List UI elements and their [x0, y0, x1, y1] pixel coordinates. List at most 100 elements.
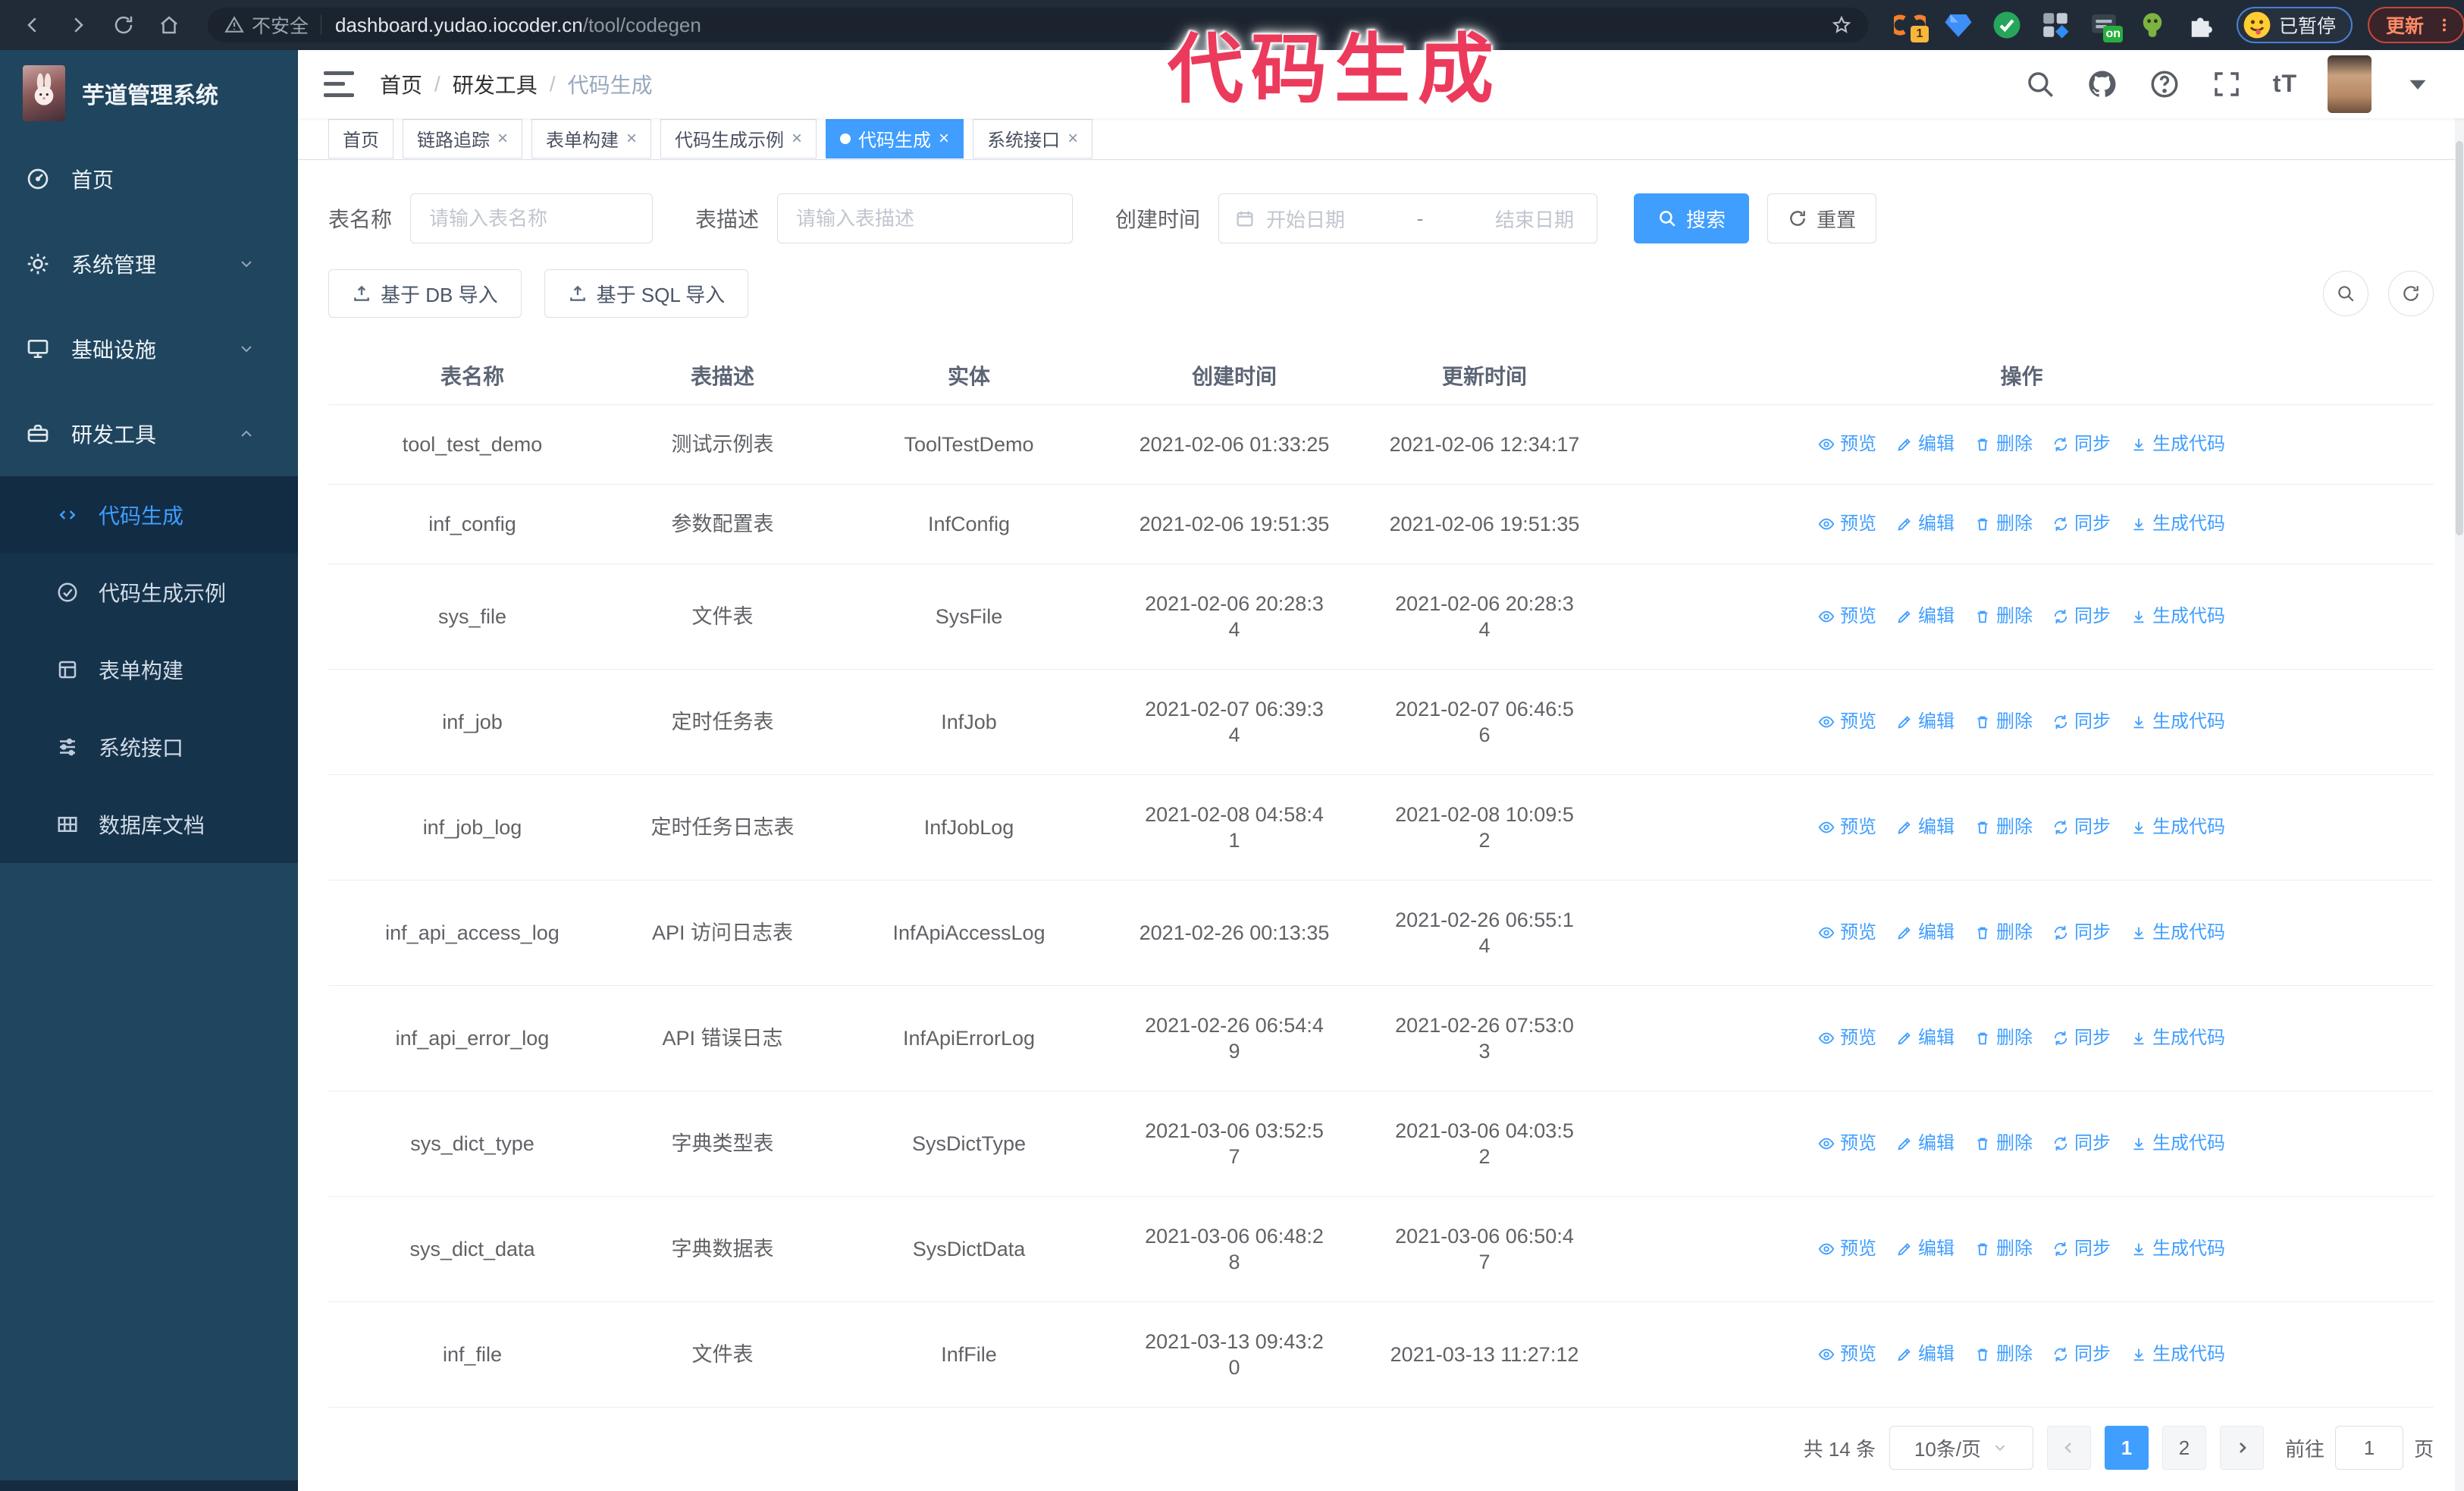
action-sync-link[interactable]: 同步	[2052, 432, 2111, 457]
avatar-caret-icon[interactable]	[2402, 68, 2434, 100]
breadcrumb-item-1[interactable]: 研发工具	[453, 69, 538, 99]
action-download-link[interactable]: 生成代码	[2130, 511, 2225, 537]
page-button-2[interactable]: 2	[2161, 1426, 2206, 1470]
browser-forward-icon[interactable]	[62, 9, 94, 41]
action-eye-link[interactable]: 预览	[1818, 432, 1876, 457]
goto-page-input[interactable]	[2334, 1426, 2403, 1470]
refresh-table-button[interactable]	[2388, 271, 2434, 316]
action-edit-link[interactable]: 编辑	[1896, 815, 1955, 840]
import-sql-button[interactable]: 基于 SQL 导入	[544, 269, 749, 318]
action-trash-link[interactable]: 删除	[1974, 1342, 2033, 1367]
import-db-button[interactable]: 基于 DB 导入	[328, 269, 522, 318]
tab-3[interactable]: 代码生成示例 ×	[660, 118, 817, 159]
browser-home-icon[interactable]	[153, 9, 185, 41]
browser-update-button[interactable]: 更新	[2368, 7, 2464, 43]
app-logo[interactable]: 芋道管理系统	[0, 50, 298, 137]
action-edit-link[interactable]: 编辑	[1896, 511, 1955, 537]
font-size-icon[interactable]: tT	[2273, 70, 2297, 98]
submenu-item-0[interactable]: 代码生成	[0, 476, 298, 554]
action-trash-link[interactable]: 删除	[1974, 1236, 2033, 1262]
submenu-item-3[interactable]: 系统接口	[0, 708, 298, 786]
start-date-placeholder[interactable]: 开始日期	[1266, 205, 1345, 233]
tab-5[interactable]: 系统接口 ×	[973, 118, 1093, 159]
github-icon[interactable]	[2086, 68, 2118, 100]
action-eye-link[interactable]: 预览	[1818, 709, 1876, 735]
action-eye-link[interactable]: 预览	[1818, 511, 1876, 537]
next-page-button[interactable]	[2219, 1426, 2264, 1470]
action-eye-link[interactable]: 预览	[1818, 1236, 1876, 1262]
action-download-link[interactable]: 生成代码	[2130, 604, 2225, 629]
action-edit-link[interactable]: 编辑	[1896, 1342, 1955, 1367]
extension-colab-icon[interactable]: 1	[1894, 9, 1929, 42]
extension-monkey-icon[interactable]	[2136, 9, 2168, 41]
tab-close-icon[interactable]: ×	[792, 129, 802, 148]
prev-page-button[interactable]	[2046, 1426, 2091, 1470]
reset-button[interactable]: 重置	[1767, 193, 1877, 243]
tab-close-icon[interactable]: ×	[497, 129, 508, 148]
extension-gem-icon[interactable]	[1942, 9, 1974, 41]
sidebar-item-1[interactable]: 系统管理	[0, 221, 298, 306]
action-edit-link[interactable]: 编辑	[1896, 1025, 1955, 1051]
extension-grid-icon[interactable]	[2039, 9, 2071, 41]
action-sync-link[interactable]: 同步	[2052, 511, 2111, 537]
action-sync-link[interactable]: 同步	[2052, 815, 2111, 840]
action-eye-link[interactable]: 预览	[1818, 815, 1876, 840]
page-size-select[interactable]: 10条/页	[1889, 1426, 2033, 1470]
security-warning[interactable]: 不安全	[252, 11, 309, 39]
tab-close-icon[interactable]: ×	[1067, 129, 1078, 148]
action-sync-link[interactable]: 同步	[2052, 920, 2111, 946]
tab-1[interactable]: 链路追踪 ×	[403, 118, 523, 159]
page-button-1[interactable]: 1	[2104, 1426, 2149, 1470]
sidebar-toggle-icon[interactable]	[324, 71, 354, 97]
extension-tag-icon[interactable]: on	[2088, 9, 2123, 42]
action-download-link[interactable]: 生成代码	[2130, 1025, 2225, 1051]
action-edit-link[interactable]: 编辑	[1896, 1236, 1955, 1262]
action-download-link[interactable]: 生成代码	[2130, 815, 2225, 840]
extension-puzzle-icon[interactable]	[2185, 9, 2217, 41]
action-trash-link[interactable]: 删除	[1974, 432, 2033, 457]
action-sync-link[interactable]: 同步	[2052, 1131, 2111, 1157]
action-eye-link[interactable]: 预览	[1818, 1342, 1876, 1367]
action-sync-link[interactable]: 同步	[2052, 709, 2111, 735]
action-edit-link[interactable]: 编辑	[1896, 920, 1955, 946]
submenu-item-4[interactable]: 数据库文档	[0, 786, 298, 863]
action-eye-link[interactable]: 预览	[1818, 1025, 1876, 1051]
action-download-link[interactable]: 生成代码	[2130, 1342, 2225, 1367]
action-trash-link[interactable]: 删除	[1974, 604, 2033, 629]
tab-close-icon[interactable]: ×	[626, 129, 637, 148]
extension-check-icon[interactable]	[1991, 9, 2023, 41]
profile-paused-badge[interactable]: 已暂停	[2237, 7, 2353, 43]
fullscreen-icon[interactable]	[2211, 68, 2243, 100]
action-download-link[interactable]: 生成代码	[2130, 709, 2225, 735]
sidebar-item-3[interactable]: 研发工具	[0, 391, 298, 476]
action-edit-link[interactable]: 编辑	[1896, 709, 1955, 735]
tab-2[interactable]: 表单构建 ×	[531, 118, 652, 159]
table-name-input[interactable]	[410, 193, 654, 243]
browser-reload-icon[interactable]	[108, 9, 140, 41]
action-edit-link[interactable]: 编辑	[1896, 604, 1955, 629]
search-button[interactable]: 搜索	[1634, 193, 1750, 243]
action-trash-link[interactable]: 删除	[1974, 709, 2033, 735]
date-range-picker[interactable]: 开始日期 - 结束日期	[1218, 193, 1598, 243]
action-sync-link[interactable]: 同步	[2052, 1342, 2111, 1367]
header-search-icon[interactable]	[2024, 68, 2056, 100]
breadcrumb-item-0[interactable]: 首页	[380, 69, 422, 99]
action-eye-link[interactable]: 预览	[1818, 920, 1876, 946]
toggle-search-button[interactable]	[2323, 271, 2368, 316]
browser-menu-dots-icon[interactable]	[2436, 17, 2453, 33]
action-trash-link[interactable]: 删除	[1974, 815, 2033, 840]
action-eye-link[interactable]: 预览	[1818, 604, 1876, 629]
help-icon[interactable]	[2149, 68, 2180, 100]
user-avatar[interactable]	[2328, 55, 2372, 113]
address-bar[interactable]: 不安全 dashboard.yudao.iocoder.cn/tool/code…	[208, 8, 1868, 42]
action-trash-link[interactable]: 删除	[1974, 920, 2033, 946]
action-sync-link[interactable]: 同步	[2052, 1025, 2111, 1051]
action-eye-link[interactable]: 预览	[1818, 1131, 1876, 1157]
scrollbar-thumb[interactable]	[2456, 141, 2463, 535]
submenu-item-1[interactable]: 代码生成示例	[0, 554, 298, 631]
action-trash-link[interactable]: 删除	[1974, 1025, 2033, 1051]
action-edit-link[interactable]: 编辑	[1896, 1131, 1955, 1157]
browser-back-icon[interactable]	[17, 9, 49, 41]
tab-close-icon[interactable]: ×	[939, 129, 949, 148]
url-text[interactable]: dashboard.yudao.iocoder.cn/tool/codegen	[335, 14, 701, 37]
